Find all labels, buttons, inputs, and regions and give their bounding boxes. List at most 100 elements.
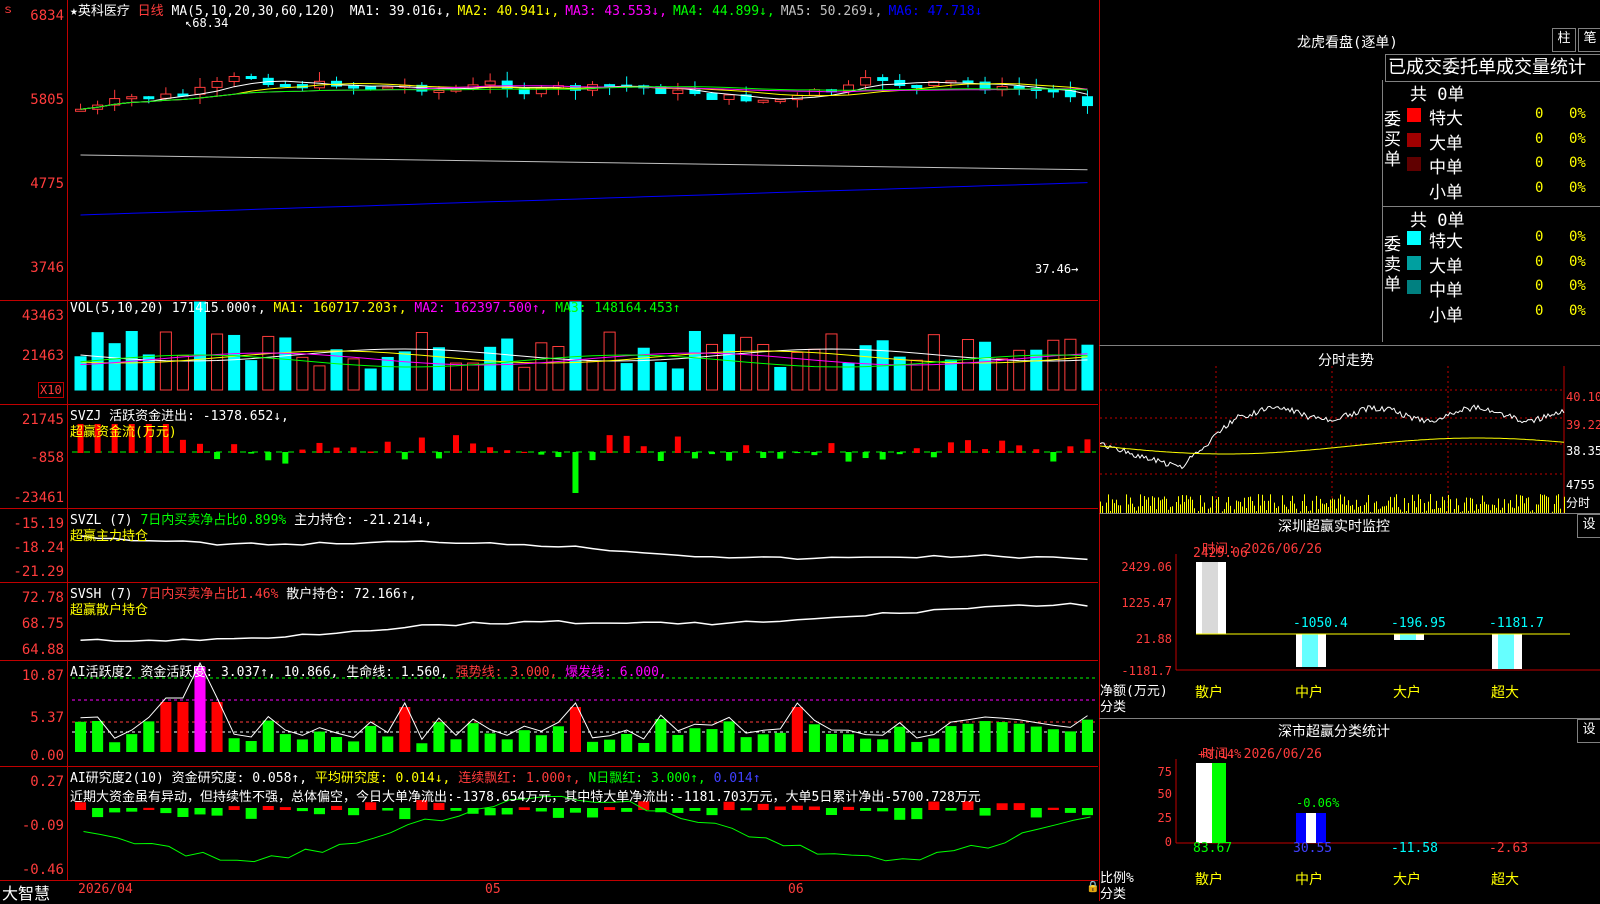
flow-bar[interactable] — [760, 452, 766, 458]
volume-bar[interactable] — [997, 359, 1008, 390]
research-bar[interactable] — [621, 808, 632, 812]
flow-bar[interactable] — [334, 448, 340, 453]
candle[interactable] — [127, 97, 137, 99]
volume-panel[interactable]: 43463 21463 X10 VOL(5,10,20) 171415.000↑… — [0, 300, 1098, 405]
flow-bar[interactable] — [368, 452, 374, 453]
activity-bar[interactable] — [1031, 727, 1042, 752]
candle[interactable] — [229, 77, 239, 82]
activity-bar[interactable] — [229, 738, 240, 752]
flow-bar[interactable] — [863, 452, 869, 458]
activity-bar[interactable] — [246, 741, 257, 752]
flow-bar[interactable] — [828, 443, 834, 453]
activity-bar[interactable] — [416, 743, 427, 752]
activity-bar[interactable] — [212, 702, 223, 752]
research-bar[interactable] — [280, 807, 291, 810]
volume-bar[interactable] — [246, 361, 257, 390]
research-bar[interactable] — [246, 808, 257, 819]
flow-bar[interactable] — [231, 444, 237, 453]
svzl-panel[interactable]: -15.19 -18.24 -21.29 SVZL (7) 7日内买卖净占比0.… — [0, 508, 1098, 583]
research-bar[interactable] — [1065, 808, 1076, 813]
activity-bar[interactable] — [945, 726, 956, 752]
activity-bar[interactable] — [75, 722, 86, 752]
activity-bar[interactable] — [126, 734, 137, 752]
research-bar[interactable] — [502, 808, 513, 814]
research-bar[interactable] — [587, 808, 598, 817]
ai-activity-panel[interactable]: 10.87 5.37 0.00 AI活跃度2 资金活跃度: 3.037↑, 10… — [0, 660, 1098, 767]
research-bar[interactable] — [980, 808, 991, 816]
activity-bar[interactable] — [297, 739, 308, 752]
activity-bar[interactable] — [980, 721, 991, 752]
volume-bar[interactable] — [263, 336, 274, 390]
flow-bar[interactable] — [624, 436, 630, 453]
flow-bar[interactable] — [1033, 449, 1039, 453]
research-bar[interactable] — [450, 808, 461, 811]
flow-bar[interactable] — [436, 452, 442, 458]
research-bar[interactable] — [689, 808, 700, 811]
candle[interactable] — [912, 85, 922, 87]
flow-bar[interactable] — [504, 450, 510, 453]
activity-bar[interactable] — [502, 739, 513, 752]
candle[interactable] — [775, 100, 785, 102]
activity-bar[interactable] — [621, 734, 632, 752]
volume-bar[interactable] — [860, 346, 871, 390]
flow-bar[interactable] — [999, 441, 1005, 453]
candle[interactable] — [1014, 86, 1024, 88]
volume-bar[interactable] — [809, 349, 820, 390]
research-bar[interactable] — [826, 808, 837, 815]
flow-bar[interactable] — [351, 447, 357, 453]
research-bar[interactable] — [792, 806, 803, 810]
activity-bar[interactable] — [689, 728, 700, 752]
flow-bar[interactable] — [846, 452, 852, 462]
research-bar[interactable] — [126, 808, 137, 812]
volume-bar[interactable] — [348, 359, 359, 390]
activity-bar[interactable] — [604, 740, 615, 752]
flow-bar[interactable] — [931, 452, 937, 457]
research-bar[interactable] — [706, 808, 717, 815]
flow-bar[interactable] — [880, 452, 886, 459]
candle[interactable] — [792, 95, 802, 99]
flow-bar[interactable] — [607, 435, 613, 453]
flow-bar[interactable] — [743, 445, 749, 453]
flow-bar[interactable] — [641, 446, 647, 453]
activity-bar[interactable] — [860, 739, 871, 752]
candle[interactable] — [434, 90, 444, 92]
flow-bar[interactable] — [555, 452, 561, 457]
candle[interactable] — [809, 90, 819, 96]
research-bar[interactable] — [297, 808, 308, 811]
research-bar[interactable] — [1082, 808, 1093, 815]
activity-bar[interactable] — [382, 736, 393, 752]
activity-bar[interactable] — [468, 723, 479, 752]
volume-bar[interactable] — [672, 369, 683, 390]
activity-bar[interactable] — [92, 721, 103, 752]
flow-bar[interactable] — [1016, 445, 1022, 453]
candle[interactable] — [707, 94, 717, 100]
research-bar[interactable] — [1048, 808, 1059, 810]
flow-bar[interactable] — [982, 449, 988, 453]
ai-research-panel[interactable]: 0.27 -0.09 -0.46 AI研究度2(10) 资金研究度: 0.058… — [0, 766, 1098, 881]
candle[interactable] — [895, 80, 905, 85]
research-bar[interactable] — [194, 808, 205, 814]
volume-bar[interactable] — [775, 367, 786, 390]
bar-view-button[interactable]: 柱 — [1552, 28, 1576, 52]
activity-bar[interactable] — [1014, 724, 1025, 752]
volume-bar[interactable] — [280, 338, 291, 390]
sz-monitor-panel[interactable]: 深圳超赢实时监控 设 时间: 2026/06/26 净额(万元) 分类 散户24… — [1099, 513, 1600, 719]
volume-bar[interactable] — [399, 352, 410, 390]
research-bar[interactable] — [945, 808, 956, 811]
activity-bar[interactable] — [570, 707, 581, 752]
period-label[interactable]: 日线 — [138, 4, 164, 19]
flow-bar[interactable] — [572, 452, 578, 493]
volume-bar[interactable] — [980, 342, 991, 390]
svzj-panel[interactable]: 21745 -858 -23461 SVZJ 活跃资金进出: -1378.652… — [0, 404, 1098, 509]
volume-bar[interactable] — [1031, 350, 1042, 390]
sz-class-chart[interactable] — [1100, 719, 1600, 901]
research-bar[interactable] — [331, 806, 342, 810]
research-bar[interactable] — [399, 808, 410, 819]
volume-bar[interactable] — [365, 369, 376, 390]
flow-bar[interactable] — [675, 437, 681, 453]
activity-bar[interactable] — [365, 726, 376, 752]
activity-bar[interactable] — [877, 739, 888, 752]
activity-bar[interactable] — [1082, 720, 1093, 752]
flow-bar[interactable] — [1084, 439, 1090, 453]
candle[interactable] — [246, 77, 256, 79]
